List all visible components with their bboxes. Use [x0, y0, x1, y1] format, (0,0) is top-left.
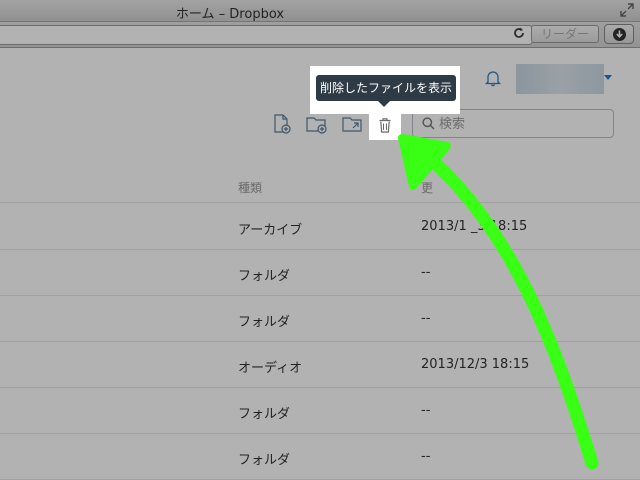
table-row[interactable]: フォルダ --	[0, 388, 640, 434]
search-input[interactable]	[439, 114, 604, 134]
search-icon	[422, 117, 435, 130]
row-modified: --	[421, 311, 431, 326]
chevron-down-icon[interactable]	[604, 75, 612, 80]
row-kind: アーカイブ	[238, 223, 303, 238]
row-modified: --	[421, 403, 431, 418]
new-folder-icon[interactable]	[305, 113, 329, 135]
row-modified: --	[421, 265, 431, 280]
row-modified: 2013/12/3 18:15	[421, 357, 530, 372]
row-kind: フォルダ	[238, 407, 291, 422]
tooltip-show-deleted-files: 削除したファイルを表示	[316, 75, 456, 107]
download-icon	[613, 28, 626, 41]
window-titlebar: ホーム – Dropbox	[0, 0, 640, 22]
table-header: 種類 更	[0, 171, 640, 203]
row-kind: フォルダ	[238, 315, 291, 330]
trash-icon[interactable]	[375, 115, 395, 135]
row-kind: フォルダ	[238, 453, 291, 468]
reload-icon[interactable]	[512, 26, 526, 40]
column-header-modified[interactable]: 更	[421, 179, 433, 196]
column-header-kind[interactable]: 種類	[238, 179, 262, 196]
address-field[interactable]	[0, 25, 533, 45]
table-row[interactable]: フォルダ --	[0, 250, 640, 296]
bell-icon[interactable]	[484, 69, 502, 87]
window-title: ホーム – Dropbox	[175, 7, 285, 22]
row-kind: オーディオ	[238, 361, 303, 376]
reader-button[interactable]: リーダー	[531, 25, 599, 43]
account-menu[interactable]	[516, 64, 604, 94]
fullscreen-icon[interactable]	[620, 3, 634, 17]
table-row[interactable]: フォルダ --	[0, 434, 640, 480]
table-row[interactable]: アーカイブ 2013/1 _3 18:15	[0, 204, 640, 250]
download-button[interactable]	[604, 24, 634, 44]
new-file-icon[interactable]	[272, 113, 292, 135]
row-modified: 2013/1 _3 18:15	[421, 219, 528, 234]
shared-folder-icon[interactable]	[341, 113, 365, 135]
row-modified: --	[421, 449, 431, 464]
table-row[interactable]: オーディオ 2013/12/3 18:15	[0, 342, 640, 388]
row-kind: フォルダ	[238, 269, 291, 284]
table-row[interactable]: フォルダ --	[0, 296, 640, 342]
